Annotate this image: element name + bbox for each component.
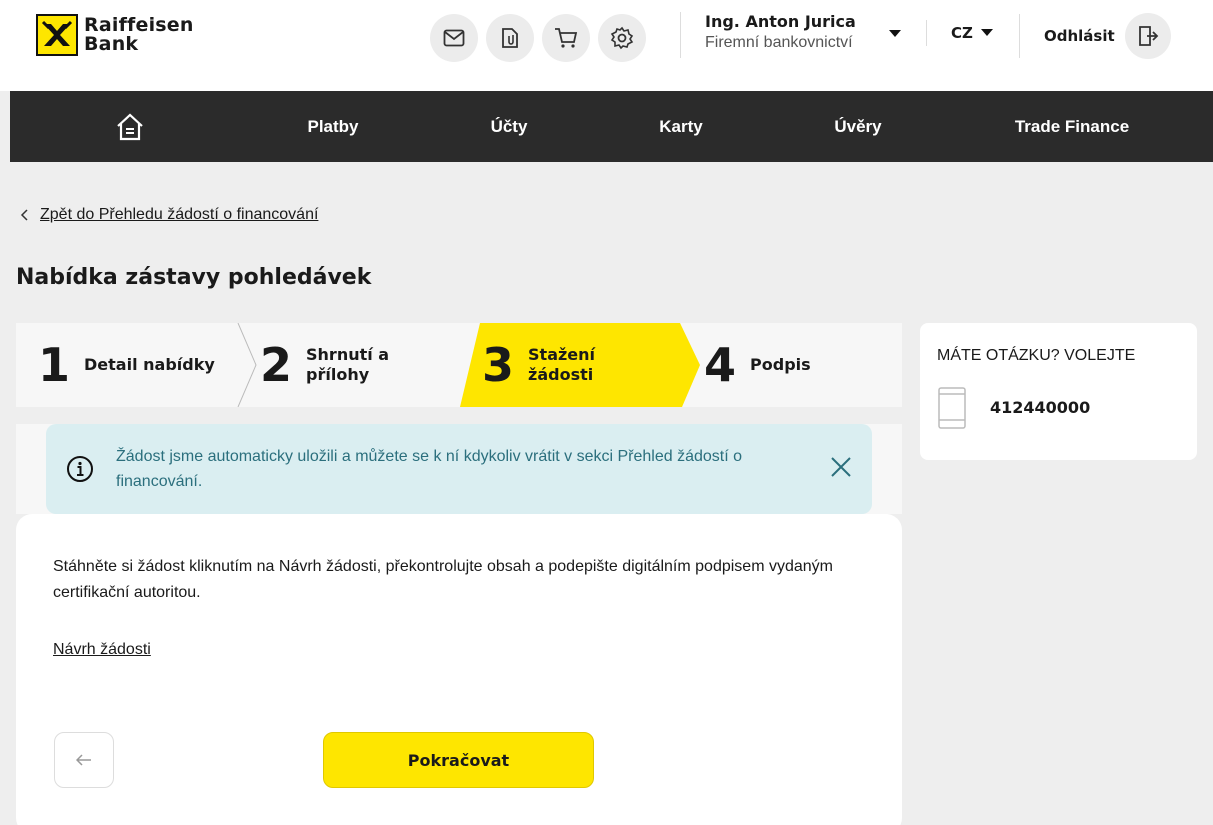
logout-label: Odhlásit bbox=[1044, 27, 1115, 45]
home-icon bbox=[117, 113, 143, 140]
help-phone-number[interactable]: 412440000 bbox=[990, 398, 1090, 417]
language-selector[interactable]: CZ bbox=[926, 20, 993, 46]
cart-icon[interactable] bbox=[542, 14, 590, 62]
step-3: 3 Stažení žádosti bbox=[482, 323, 618, 407]
info-banner: Žádost jsme automaticky uložili a můžete… bbox=[46, 424, 872, 514]
logout-icon bbox=[1124, 13, 1171, 59]
user-role: Firemní bankovnictví bbox=[705, 34, 853, 51]
step-label: Shrnutí a přílohy bbox=[306, 345, 390, 384]
nav-item-trade-finance[interactable]: Trade Finance bbox=[1015, 91, 1129, 162]
back-link-label: Zpět do Přehledu žádostí o financování bbox=[40, 206, 319, 223]
page-title: Nabídka zástavy pohledávek bbox=[16, 265, 372, 290]
step-4: 4 Podpis bbox=[704, 323, 811, 407]
step-number: 1 bbox=[38, 338, 71, 392]
attachment-icon[interactable] bbox=[486, 14, 534, 62]
mail-icon[interactable] bbox=[430, 14, 478, 62]
logout-button[interactable]: Odhlásit bbox=[1019, 13, 1171, 59]
arrow-left-icon bbox=[76, 754, 91, 766]
nav-item-platby[interactable]: Platby bbox=[307, 91, 358, 162]
top-header: Raiffeisen Bank Ing. Anton Jurica Firemn… bbox=[0, 0, 1213, 91]
step-label: Stažení žádosti bbox=[528, 345, 596, 384]
progress-stepper: 1 Detail nabídky 2 Shrnutí a přílohy 3 S… bbox=[16, 323, 902, 407]
nav-item-ucty[interactable]: Účty bbox=[491, 91, 528, 162]
help-card: MÁTE OTÁZKU? VOLEJTE 412440000 bbox=[920, 323, 1197, 460]
phone-icon bbox=[938, 387, 966, 429]
language-label: CZ bbox=[951, 24, 973, 42]
step-number: 2 bbox=[260, 338, 293, 392]
back-button[interactable] bbox=[54, 732, 114, 788]
nav-item-karty[interactable]: Karty bbox=[659, 91, 702, 162]
step-number: 4 bbox=[704, 338, 737, 392]
raiffeisen-logo[interactable]: Raiffeisen Bank bbox=[36, 14, 194, 56]
download-request-card: Stáhněte si žádost kliknutím na Návrh žá… bbox=[16, 514, 902, 825]
nav-home[interactable] bbox=[114, 91, 146, 162]
continue-button[interactable]: Pokračovat bbox=[323, 732, 594, 788]
step-1: 1 Detail nabídky bbox=[38, 323, 215, 407]
logo-mark-icon bbox=[36, 14, 78, 56]
close-icon[interactable] bbox=[830, 456, 852, 478]
user-menu[interactable]: Ing. Anton Jurica Firemní bankovnictví bbox=[680, 12, 901, 58]
step-number: 3 bbox=[482, 338, 515, 392]
banner-message: Žádost jsme automaticky uložili a můžete… bbox=[116, 448, 743, 490]
instructions-text: Stáhněte si žádost kliknutím na Návrh žá… bbox=[53, 558, 833, 601]
header-icon-group bbox=[430, 14, 646, 62]
step-label: Podpis bbox=[750, 355, 811, 374]
caret-down-icon bbox=[980, 29, 993, 36]
caret-down-icon bbox=[889, 30, 901, 37]
back-link[interactable]: Zpět do Přehledu žádostí o financování bbox=[20, 206, 318, 224]
settings-icon[interactable] bbox=[598, 14, 646, 62]
nav-item-uvery[interactable]: Úvěry bbox=[834, 91, 881, 162]
user-name: Ing. Anton Jurica bbox=[705, 12, 856, 31]
request-draft-link[interactable]: Návrh žádosti bbox=[53, 641, 151, 659]
main-navigation: Platby Účty Karty Úvěry Trade Finance bbox=[10, 91, 1213, 162]
step-label: Detail nabídky bbox=[84, 355, 215, 374]
step-2: 2 Shrnutí a přílohy bbox=[260, 323, 416, 407]
info-icon bbox=[67, 456, 93, 482]
logo-line-2: Bank bbox=[84, 33, 139, 55]
chevron-left-icon bbox=[20, 209, 28, 221]
help-title: MÁTE OTÁZKU? VOLEJTE bbox=[937, 347, 1136, 364]
